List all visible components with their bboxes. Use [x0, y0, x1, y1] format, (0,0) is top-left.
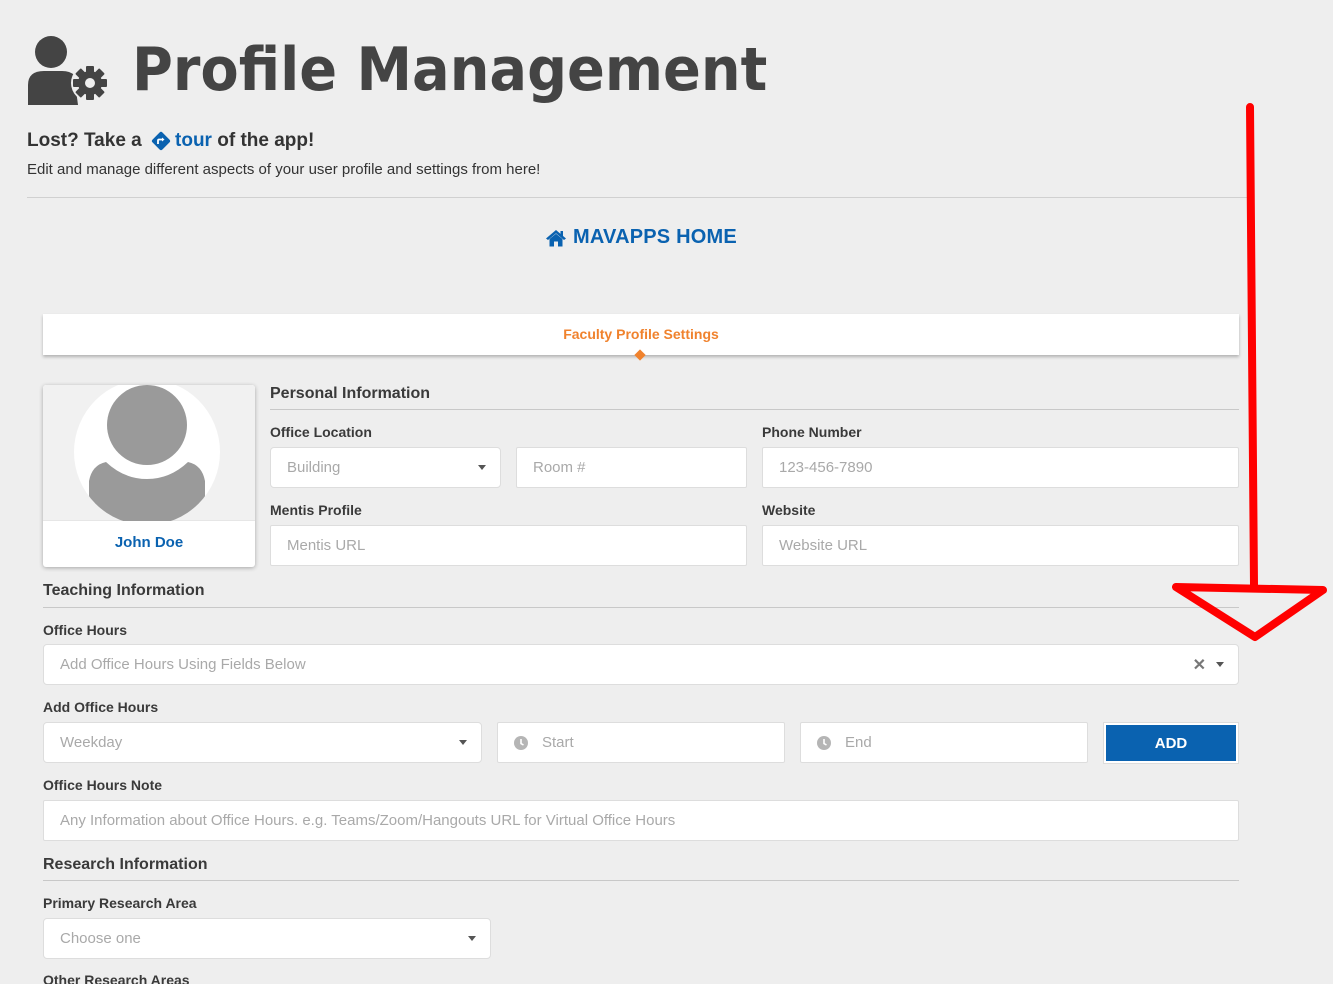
personal-section-divider: [270, 409, 1239, 410]
building-select[interactable]: Building: [270, 447, 501, 488]
home-icon: [546, 229, 566, 246]
default-user-avatar-icon: [74, 385, 220, 521]
tour-link-label: tour: [175, 130, 212, 151]
primary-research-area-select[interactable]: Choose one: [43, 918, 491, 959]
primary-research-area-label: Primary Research Area: [43, 895, 197, 911]
website-label: Website: [762, 502, 816, 518]
clock-icon: [514, 735, 528, 750]
room-placeholder: Room #: [533, 459, 586, 476]
office-hours-note-label: Office Hours Note: [43, 777, 163, 793]
chevron-down-icon: [468, 936, 476, 941]
office-location-label: Office Location: [270, 424, 372, 440]
clear-icon[interactable]: ✕: [1193, 655, 1206, 675]
mentis-placeholder: Mentis URL: [287, 537, 366, 554]
phone-number-label: Phone Number: [762, 424, 862, 440]
weekday-select[interactable]: Weekday: [43, 722, 482, 763]
office-hours-note-placeholder: Any Information about Office Hours. e.g.…: [60, 812, 676, 829]
avatar[interactable]: [43, 385, 255, 521]
start-placeholder: Start: [542, 734, 574, 751]
personal-information-heading: Personal Information: [270, 385, 431, 402]
arrow-shaft: [1246, 103, 1258, 589]
building-placeholder: Building: [287, 459, 341, 476]
room-number-input[interactable]: Room #: [516, 447, 747, 488]
research-information-heading: Research Information: [43, 856, 208, 873]
chevron-down-icon: [478, 465, 486, 470]
office-hours-note-input[interactable]: Any Information about Office Hours. e.g.…: [43, 800, 1239, 841]
other-research-areas-label: Other Research Areas: [43, 972, 190, 984]
office-hours-label: Office Hours: [43, 622, 128, 638]
tour-prefix: Lost? Take a: [27, 130, 148, 151]
user-cog-icon: [28, 36, 109, 105]
phone-number-input[interactable]: 123-456-7890: [762, 447, 1239, 488]
profile-card[interactable]: John Doe: [43, 385, 255, 567]
clock-icon: [817, 735, 831, 750]
teaching-information-heading: Teaching Information: [43, 582, 205, 599]
add-office-hours-button[interactable]: ADD: [1103, 722, 1239, 764]
active-tab-indicator: [634, 349, 646, 361]
mentis-profile-label: Mentis Profile: [270, 502, 362, 518]
header-divider: [27, 197, 1248, 198]
home-link-label: MAVAPPS HOME: [573, 226, 737, 248]
page-subtitle: Edit and manage different aspects of you…: [27, 161, 541, 178]
tour-link[interactable]: tour: [147, 130, 212, 152]
add-office-hours-label: Add Office Hours: [43, 699, 159, 715]
office-hours-multiselect[interactable]: Add Office Hours Using Fields Below ✕: [43, 644, 1239, 685]
tour-prompt: Lost? Take a tour of the app!: [27, 130, 314, 152]
end-placeholder: End: [845, 734, 872, 751]
page-title: Profile Management: [132, 35, 768, 105]
arrow-head: [1172, 583, 1327, 641]
chevron-down-icon[interactable]: [1216, 662, 1224, 667]
office-hours-placeholder: Add Office Hours Using Fields Below: [60, 656, 306, 673]
research-section-divider: [43, 880, 1239, 881]
tour-suffix: of the app!: [211, 130, 315, 151]
profile-name: John Doe: [114, 534, 184, 551]
end-time-input[interactable]: End: [800, 722, 1088, 763]
teaching-section-divider: [43, 607, 1239, 608]
start-time-input[interactable]: Start: [497, 722, 785, 763]
tab-faculty-profile-settings[interactable]: Faculty Profile Settings: [43, 326, 1239, 342]
page-header: Profile Management: [26, 30, 815, 110]
settings-tab-bar: Faculty Profile Settings: [43, 314, 1239, 361]
chevron-down-icon: [459, 740, 467, 745]
primary-research-placeholder: Choose one: [60, 930, 141, 947]
website-placeholder: Website URL: [779, 537, 868, 554]
mavapps-home-link[interactable]: MAVAPPS HOME: [545, 226, 737, 249]
mentis-url-input[interactable]: Mentis URL: [270, 525, 747, 566]
directions-diamond-icon: [151, 131, 171, 151]
website-url-input[interactable]: Website URL: [762, 525, 1239, 566]
weekday-placeholder: Weekday: [60, 734, 123, 751]
phone-placeholder: 123-456-7890: [779, 459, 873, 476]
